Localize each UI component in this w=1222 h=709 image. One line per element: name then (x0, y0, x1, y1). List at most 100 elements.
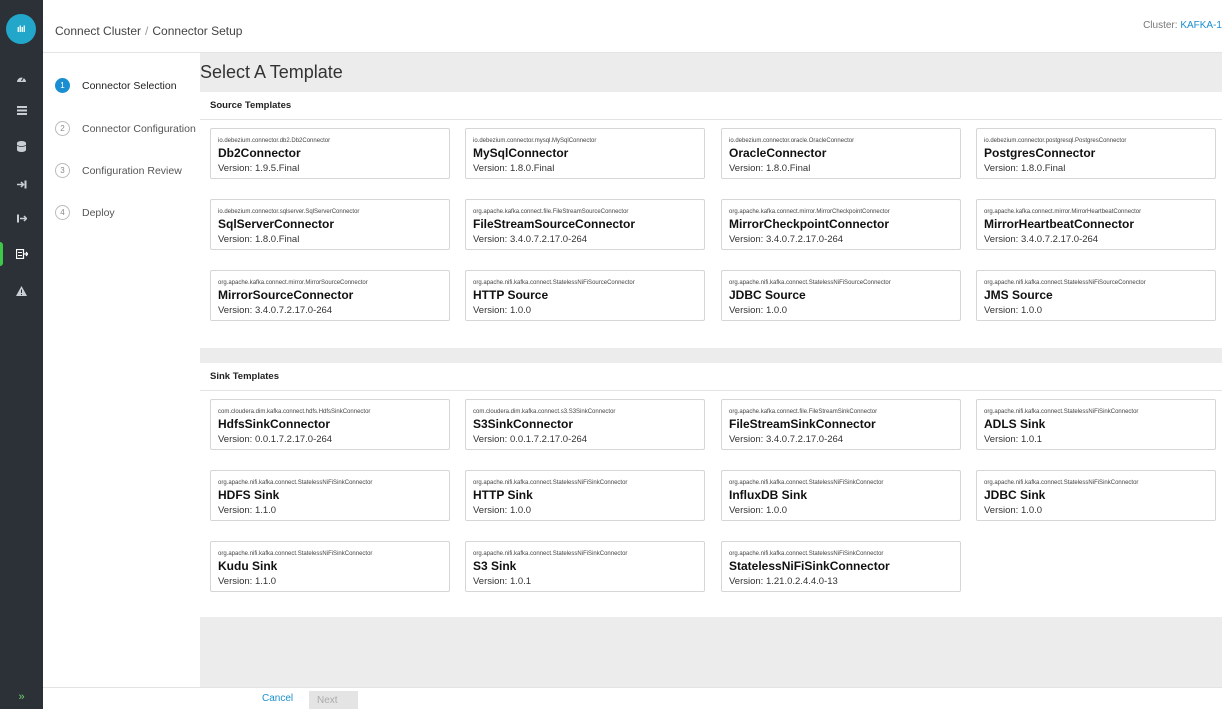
template-card[interactable]: org.apache.kafka.connect.mirror.MirrorCh… (721, 199, 961, 250)
template-card[interactable]: org.apache.nifi.kafka.connect.StatelessN… (210, 541, 450, 592)
template-version: Version: 3.4.0.7.2.17.0-264 (729, 234, 844, 245)
template-card[interactable]: org.apache.nifi.kafka.connect.StatelessN… (976, 399, 1216, 450)
template-name: ADLS Sink (984, 417, 1046, 431)
template-name: StatelessNiFiSinkConnector (729, 559, 890, 573)
template-name: OracleConnector (729, 146, 827, 160)
template-card[interactable]: org.apache.kafka.connect.file.FileStream… (465, 199, 705, 250)
template-card[interactable]: org.apache.nifi.kafka.connect.StatelessN… (976, 270, 1216, 321)
template-card[interactable]: io.debezium.connector.postgresql.Postgre… (976, 128, 1216, 179)
template-class-name: org.apache.nifi.kafka.connect.StatelessN… (984, 409, 1139, 415)
template-version: Version: 1.8.0.Final (729, 163, 811, 174)
breadcrumb-separator: / (145, 24, 149, 38)
template-name: HDFS Sink (218, 488, 280, 502)
template-class-name: org.apache.nifi.kafka.connect.StatelessN… (473, 280, 635, 286)
template-name: Kudu Sink (218, 559, 278, 573)
template-version: Version: 1.0.0 (473, 505, 532, 516)
section-title: Source Templates (210, 100, 292, 111)
template-name: MySqlConnector (473, 146, 569, 160)
template-card[interactable]: com.cloudera.dim.kafka.connect.s3.S3Sink… (465, 399, 705, 450)
template-class-name: org.apache.nifi.kafka.connect.StatelessN… (218, 551, 373, 557)
source-templates-section: Source Templates io.debezium.connector.d… (200, 92, 1222, 348)
template-version: Version: 3.4.0.7.2.17.0-264 (984, 234, 1099, 245)
template-name: HTTP Sink (473, 488, 533, 502)
expand-nav-button[interactable]: » (0, 687, 43, 707)
template-card[interactable]: org.apache.kafka.connect.file.FileStream… (721, 399, 961, 450)
template-name: InfluxDB Sink (729, 488, 808, 502)
template-card[interactable]: io.debezium.connector.mysql.MySqlConnect… (465, 128, 705, 179)
step-number: 2 (55, 121, 70, 136)
breadcrumb-connect-cluster[interactable]: Connect Cluster (55, 24, 141, 38)
template-class-name: org.apache.nifi.kafka.connect.StatelessN… (984, 480, 1139, 486)
template-card[interactable]: org.apache.nifi.kafka.connect.StatelessN… (721, 470, 961, 521)
step-label: Deploy (82, 206, 115, 219)
output-icon[interactable] (0, 208, 43, 228)
template-card[interactable]: com.cloudera.dim.kafka.connect.hdfs.Hdfs… (210, 399, 450, 450)
template-card[interactable]: org.apache.nifi.kafka.connect.StatelessN… (976, 470, 1216, 521)
template-version: Version: 1.0.0 (473, 305, 532, 316)
template-version: Version: 1.9.5.Final (218, 163, 300, 174)
template-class-name: io.debezium.connector.sqlserver.SqlServe… (218, 209, 360, 215)
breadcrumb-connector-setup: Connector Setup (152, 24, 243, 38)
template-card[interactable]: org.apache.kafka.connect.mirror.MirrorHe… (976, 199, 1216, 250)
template-name: JMS Source (984, 288, 1053, 302)
next-button[interactable]: Next (309, 691, 358, 709)
database-icon[interactable] (0, 136, 43, 156)
cancel-button[interactable]: Cancel (262, 693, 293, 704)
app-logo-icon[interactable]: ılıl (6, 14, 36, 44)
template-class-name: org.apache.kafka.connect.file.FileStream… (473, 209, 629, 215)
template-class-name: org.apache.kafka.connect.mirror.MirrorSo… (218, 280, 368, 286)
template-version: Version: 1.0.0 (729, 305, 788, 316)
template-card[interactable]: org.apache.nifi.kafka.connect.StatelessN… (465, 541, 705, 592)
template-card[interactable]: io.debezium.connector.oracle.OracleConne… (721, 128, 961, 179)
step-deploy[interactable]: 4 Deploy (55, 205, 115, 220)
template-version: Version: 3.4.0.7.2.17.0-264 (473, 234, 588, 245)
step-configuration-review[interactable]: 3 Configuration Review (55, 163, 182, 178)
template-version: Version: 1.1.0 (218, 505, 277, 516)
template-card[interactable]: org.apache.kafka.connect.mirror.MirrorSo… (210, 270, 450, 321)
main-content: Select A Template Source Templates io.de… (200, 53, 1222, 687)
template-class-name: org.apache.nifi.kafka.connect.StatelessN… (729, 551, 884, 557)
template-version: Version: 0.0.1.7.2.17.0-264 (473, 434, 588, 445)
template-card[interactable]: io.debezium.connector.sqlserver.SqlServe… (210, 199, 450, 250)
template-name: Db2Connector (218, 146, 301, 160)
input-icon[interactable] (0, 174, 43, 194)
template-version: Version: 1.0.0 (984, 305, 1043, 316)
template-class-name: org.apache.nifi.kafka.connect.StatelessN… (473, 551, 628, 557)
template-version: Version: 1.0.0 (984, 505, 1043, 516)
template-name: MirrorSourceConnector (218, 288, 354, 302)
template-class-name: io.debezium.connector.postgresql.Postgre… (984, 138, 1127, 144)
step-connector-selection[interactable]: 1 Connector Selection (55, 78, 177, 93)
step-connector-configuration[interactable]: 2 Connector Configuration (55, 121, 196, 136)
template-name: HdfsSinkConnector (218, 417, 331, 431)
template-class-name: io.debezium.connector.db2.Db2Connector (218, 138, 331, 144)
dashboard-icon[interactable] (0, 68, 43, 88)
template-card[interactable]: io.debezium.connector.db2.Db2Connector Db… (210, 128, 450, 179)
template-name: MirrorHeartbeatConnector (984, 217, 1135, 231)
template-class-name: org.apache.nifi.kafka.connect.StatelessN… (473, 480, 628, 486)
step-label: Connector Selection (82, 79, 177, 92)
template-version: Version: 3.4.0.7.2.17.0-264 (729, 434, 844, 445)
template-card[interactable]: org.apache.nifi.kafka.connect.StatelessN… (721, 270, 961, 321)
template-card[interactable]: org.apache.nifi.kafka.connect.StatelessN… (465, 270, 705, 321)
connect-icon[interactable] (0, 244, 43, 264)
section-divider (200, 119, 1222, 120)
alert-icon[interactable] (0, 281, 43, 301)
cluster-name-link[interactable]: KAFKA-1 (1180, 20, 1222, 31)
template-card[interactable]: org.apache.nifi.kafka.connect.StatelessN… (210, 470, 450, 521)
step-label: Connector Configuration (82, 122, 196, 135)
template-name: JDBC Source (729, 288, 806, 302)
template-class-name: org.apache.kafka.connect.mirror.MirrorHe… (984, 209, 1142, 215)
template-class-name: io.debezium.connector.mysql.MySqlConnect… (473, 138, 597, 144)
wizard-steps: 1 Connector Selection 2 Connector Config… (43, 53, 200, 687)
template-version: Version: 1.0.0 (729, 505, 788, 516)
left-nav: ılıl » (0, 0, 43, 709)
template-class-name: org.apache.nifi.kafka.connect.StatelessN… (218, 480, 373, 486)
template-name: HTTP Source (473, 288, 549, 302)
template-class-name: com.cloudera.dim.kafka.connect.s3.S3Sink… (473, 409, 616, 415)
list-icon[interactable] (0, 100, 43, 120)
template-card[interactable]: org.apache.nifi.kafka.connect.StatelessN… (465, 470, 705, 521)
step-label: Configuration Review (82, 164, 182, 177)
template-name: FileStreamSinkConnector (729, 417, 876, 431)
template-card[interactable]: org.apache.nifi.kafka.connect.StatelessN… (721, 541, 961, 592)
template-version: Version: 1.8.0.Final (984, 163, 1066, 174)
